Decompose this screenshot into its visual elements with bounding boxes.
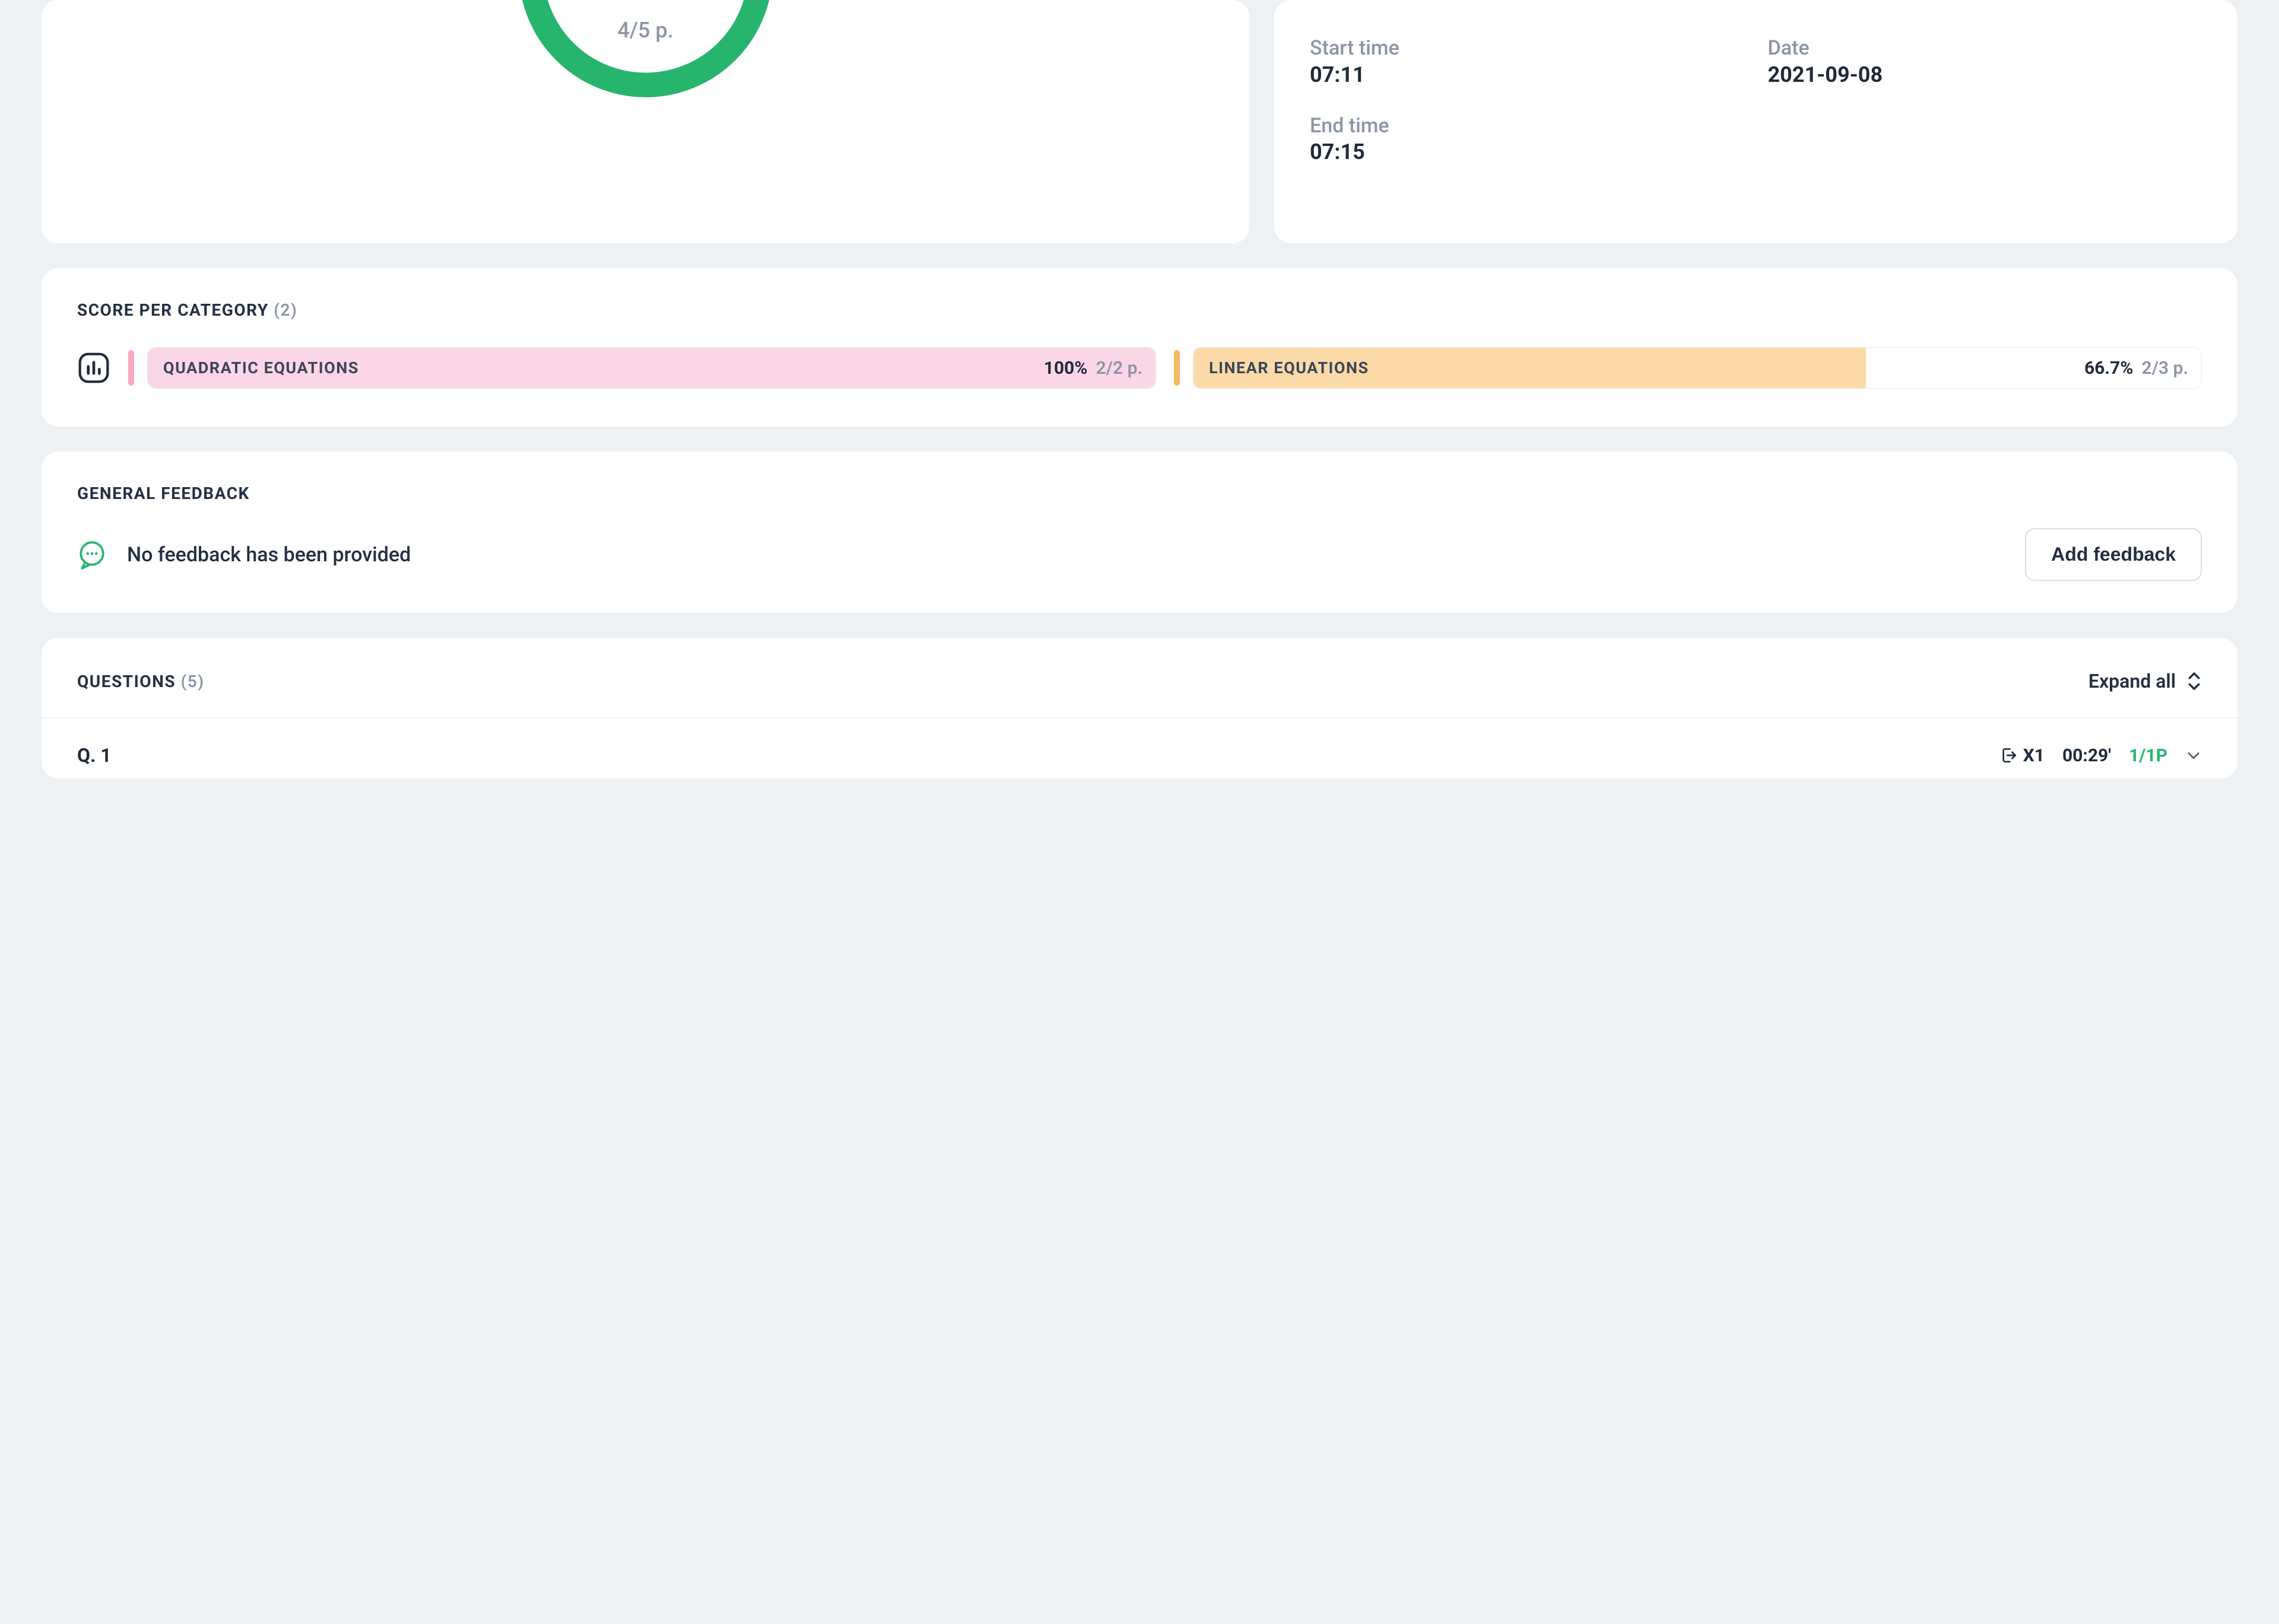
- category-points: 2/2 p.: [1096, 358, 1156, 379]
- category-item: QUADRATIC EQUATIONS 100% 2/2 p.: [128, 347, 1156, 389]
- exit-arrow-icon: [1999, 746, 2018, 765]
- category-percent: 100%: [1044, 358, 1096, 379]
- score-donut-card: 4/5 p.: [42, 0, 1249, 243]
- expand-all-button[interactable]: Expand all: [2088, 670, 2202, 692]
- bar-chart-icon: [77, 351, 110, 384]
- category-bar: QUADRATIC EQUATIONS 100% 2/2 p.: [147, 347, 1156, 389]
- questions-title: QUESTIONS (5): [77, 672, 205, 691]
- question-time: 00:29': [2062, 745, 2111, 766]
- questions-count: (5): [181, 672, 205, 691]
- chat-bubble-icon: [77, 540, 107, 570]
- score-donut-label: 4/5 p.: [617, 18, 673, 43]
- questions-title-text: QUESTIONS: [77, 672, 176, 691]
- expand-collapse-icon: [2186, 671, 2202, 691]
- category-bar: LINEAR EQUATIONS 66.7% 2/3 p.: [1193, 347, 2202, 389]
- category-color-mark: [1174, 350, 1180, 386]
- chevron-down-icon[interactable]: [2185, 747, 2202, 764]
- category-points: 2/3 p.: [2141, 358, 2201, 379]
- date-label: Date: [1768, 36, 2202, 61]
- expand-all-label: Expand all: [2088, 670, 2176, 692]
- categories-count: (2): [274, 300, 297, 320]
- question-points: 1/1P: [2129, 745, 2167, 766]
- end-time-label: End time: [1310, 113, 1744, 139]
- category-percent: 66.7%: [2084, 358, 2142, 379]
- add-feedback-button[interactable]: Add feedback: [2025, 528, 2202, 581]
- score-donut-chart: [509, 0, 782, 107]
- categories-card: SCORE PER CATEGORY (2) QUADRATIC EQUATIO…: [42, 268, 2237, 427]
- categories-title: SCORE PER CATEGORY (2): [77, 300, 2202, 320]
- categories-title-text: SCORE PER CATEGORY: [77, 300, 269, 320]
- category-name: LINEAR EQUATIONS: [1194, 358, 2084, 377]
- feedback-title: GENERAL FEEDBACK: [77, 484, 2202, 503]
- end-time-value: 07:15: [1310, 139, 1744, 164]
- time-meta-card: Start time 07:11 End time 07:15 Date 202…: [1274, 0, 2237, 243]
- question-label: Q. 1: [77, 744, 1986, 767]
- question-row[interactable]: Q. 1 X1 00:29' 1/1P: [42, 717, 2237, 778]
- date-value: 2021-09-08: [1768, 62, 2202, 87]
- category-color-mark: [128, 350, 134, 386]
- question-attempts: X1: [1999, 745, 2045, 766]
- feedback-card: GENERAL FEEDBACK No feedback has been pr…: [42, 452, 2237, 613]
- feedback-text: No feedback has been provided: [127, 543, 2005, 567]
- start-time-label: Start time: [1310, 36, 1744, 61]
- category-item: LINEAR EQUATIONS 66.7% 2/3 p.: [1174, 347, 2202, 389]
- question-attempts-value: X1: [2023, 745, 2045, 766]
- start-time-value: 07:11: [1310, 62, 1744, 87]
- questions-card: QUESTIONS (5) Expand all Q. 1 X1 00:29': [42, 638, 2237, 778]
- category-name: QUADRATIC EQUATIONS: [148, 358, 1044, 377]
